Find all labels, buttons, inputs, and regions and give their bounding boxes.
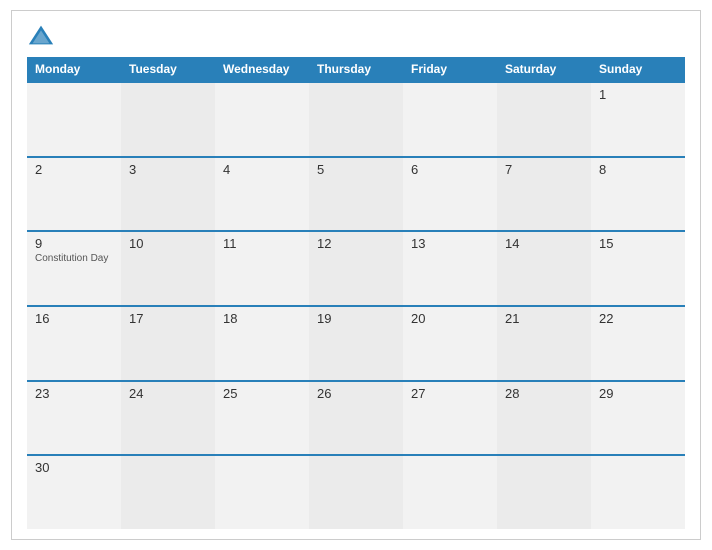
day-number: 2: [35, 162, 113, 177]
cal-cell: 10: [121, 232, 215, 305]
cal-cell: [27, 83, 121, 156]
day-number: 6: [411, 162, 489, 177]
cal-cell: 18: [215, 307, 309, 380]
cal-cell: 23: [27, 382, 121, 455]
day-number: 20: [411, 311, 489, 326]
cal-cell: 6: [403, 158, 497, 231]
cal-cell: 22: [591, 307, 685, 380]
week-2: 2 3 4 5 6 7 8: [27, 156, 685, 231]
cal-cell: [121, 456, 215, 529]
cal-cell: 8: [591, 158, 685, 231]
day-number: 4: [223, 162, 301, 177]
day-number: 22: [599, 311, 677, 326]
day-number: 29: [599, 386, 677, 401]
calendar: MondayTuesdayWednesdayThursdayFridaySatu…: [11, 10, 701, 540]
cal-cell: 14: [497, 232, 591, 305]
cal-cell: [309, 83, 403, 156]
day-header-thursday: Thursday: [309, 57, 403, 81]
cal-cell: 5: [309, 158, 403, 231]
cal-cell: 29: [591, 382, 685, 455]
logo: [27, 21, 59, 49]
day-number: 1: [599, 87, 677, 102]
cal-cell: 25: [215, 382, 309, 455]
day-number: 24: [129, 386, 207, 401]
cal-cell: 24: [121, 382, 215, 455]
cal-cell: 11: [215, 232, 309, 305]
week-1: 1: [27, 81, 685, 156]
cal-cell: 21: [497, 307, 591, 380]
day-header-friday: Friday: [403, 57, 497, 81]
day-number: 11: [223, 236, 301, 251]
cal-cell: 26: [309, 382, 403, 455]
cal-cell: [215, 83, 309, 156]
day-number: 13: [411, 236, 489, 251]
event-label: Constitution Day: [35, 253, 113, 264]
day-number: 18: [223, 311, 301, 326]
cal-cell: 16: [27, 307, 121, 380]
cal-cell: 9 Constitution Day: [27, 232, 121, 305]
cal-cell: [497, 83, 591, 156]
cal-cell: 15: [591, 232, 685, 305]
day-header-saturday: Saturday: [497, 57, 591, 81]
cal-cell: 20: [403, 307, 497, 380]
day-number: 19: [317, 311, 395, 326]
day-number: 9: [35, 236, 113, 251]
day-number: 27: [411, 386, 489, 401]
week-6: 30: [27, 454, 685, 529]
day-header-sunday: Sunday: [591, 57, 685, 81]
cal-cell: 3: [121, 158, 215, 231]
cal-cell: 12: [309, 232, 403, 305]
day-number: 16: [35, 311, 113, 326]
day-number: 26: [317, 386, 395, 401]
day-number: 17: [129, 311, 207, 326]
day-number: 15: [599, 236, 677, 251]
calendar-header: [27, 21, 685, 49]
cal-cell: [121, 83, 215, 156]
week-3: 9 Constitution Day 10 11 12 13 14 15: [27, 230, 685, 305]
cal-cell: 4: [215, 158, 309, 231]
cal-cell: [497, 456, 591, 529]
logo-icon: [27, 21, 55, 49]
cal-cell: 1: [591, 83, 685, 156]
day-number: 30: [35, 460, 113, 475]
day-header-tuesday: Tuesday: [121, 57, 215, 81]
cal-cell: 30: [27, 456, 121, 529]
cal-cell: [215, 456, 309, 529]
day-header-monday: Monday: [27, 57, 121, 81]
cal-cell: 2: [27, 158, 121, 231]
cal-cell: 27: [403, 382, 497, 455]
cal-cell: 19: [309, 307, 403, 380]
day-number: 14: [505, 236, 583, 251]
day-number: 21: [505, 311, 583, 326]
day-header-wednesday: Wednesday: [215, 57, 309, 81]
cal-cell: 28: [497, 382, 591, 455]
day-number: 25: [223, 386, 301, 401]
calendar-grid: MondayTuesdayWednesdayThursdayFridaySatu…: [27, 57, 685, 529]
day-number: 23: [35, 386, 113, 401]
week-4: 16 17 18 19 20 21 22: [27, 305, 685, 380]
day-number: 10: [129, 236, 207, 251]
cal-cell: [403, 456, 497, 529]
calendar-weeks: 123456789Constitution Day101112131415161…: [27, 81, 685, 529]
day-number: 3: [129, 162, 207, 177]
day-number: 8: [599, 162, 677, 177]
week-5: 23 24 25 26 27 28 29: [27, 380, 685, 455]
day-number: 7: [505, 162, 583, 177]
days-header: MondayTuesdayWednesdayThursdayFridaySatu…: [27, 57, 685, 81]
day-number: 5: [317, 162, 395, 177]
cal-cell: 13: [403, 232, 497, 305]
cal-cell: [309, 456, 403, 529]
day-number: 28: [505, 386, 583, 401]
cal-cell: 7: [497, 158, 591, 231]
cal-cell: [403, 83, 497, 156]
day-number: 12: [317, 236, 395, 251]
cal-cell: [591, 456, 685, 529]
cal-cell: 17: [121, 307, 215, 380]
